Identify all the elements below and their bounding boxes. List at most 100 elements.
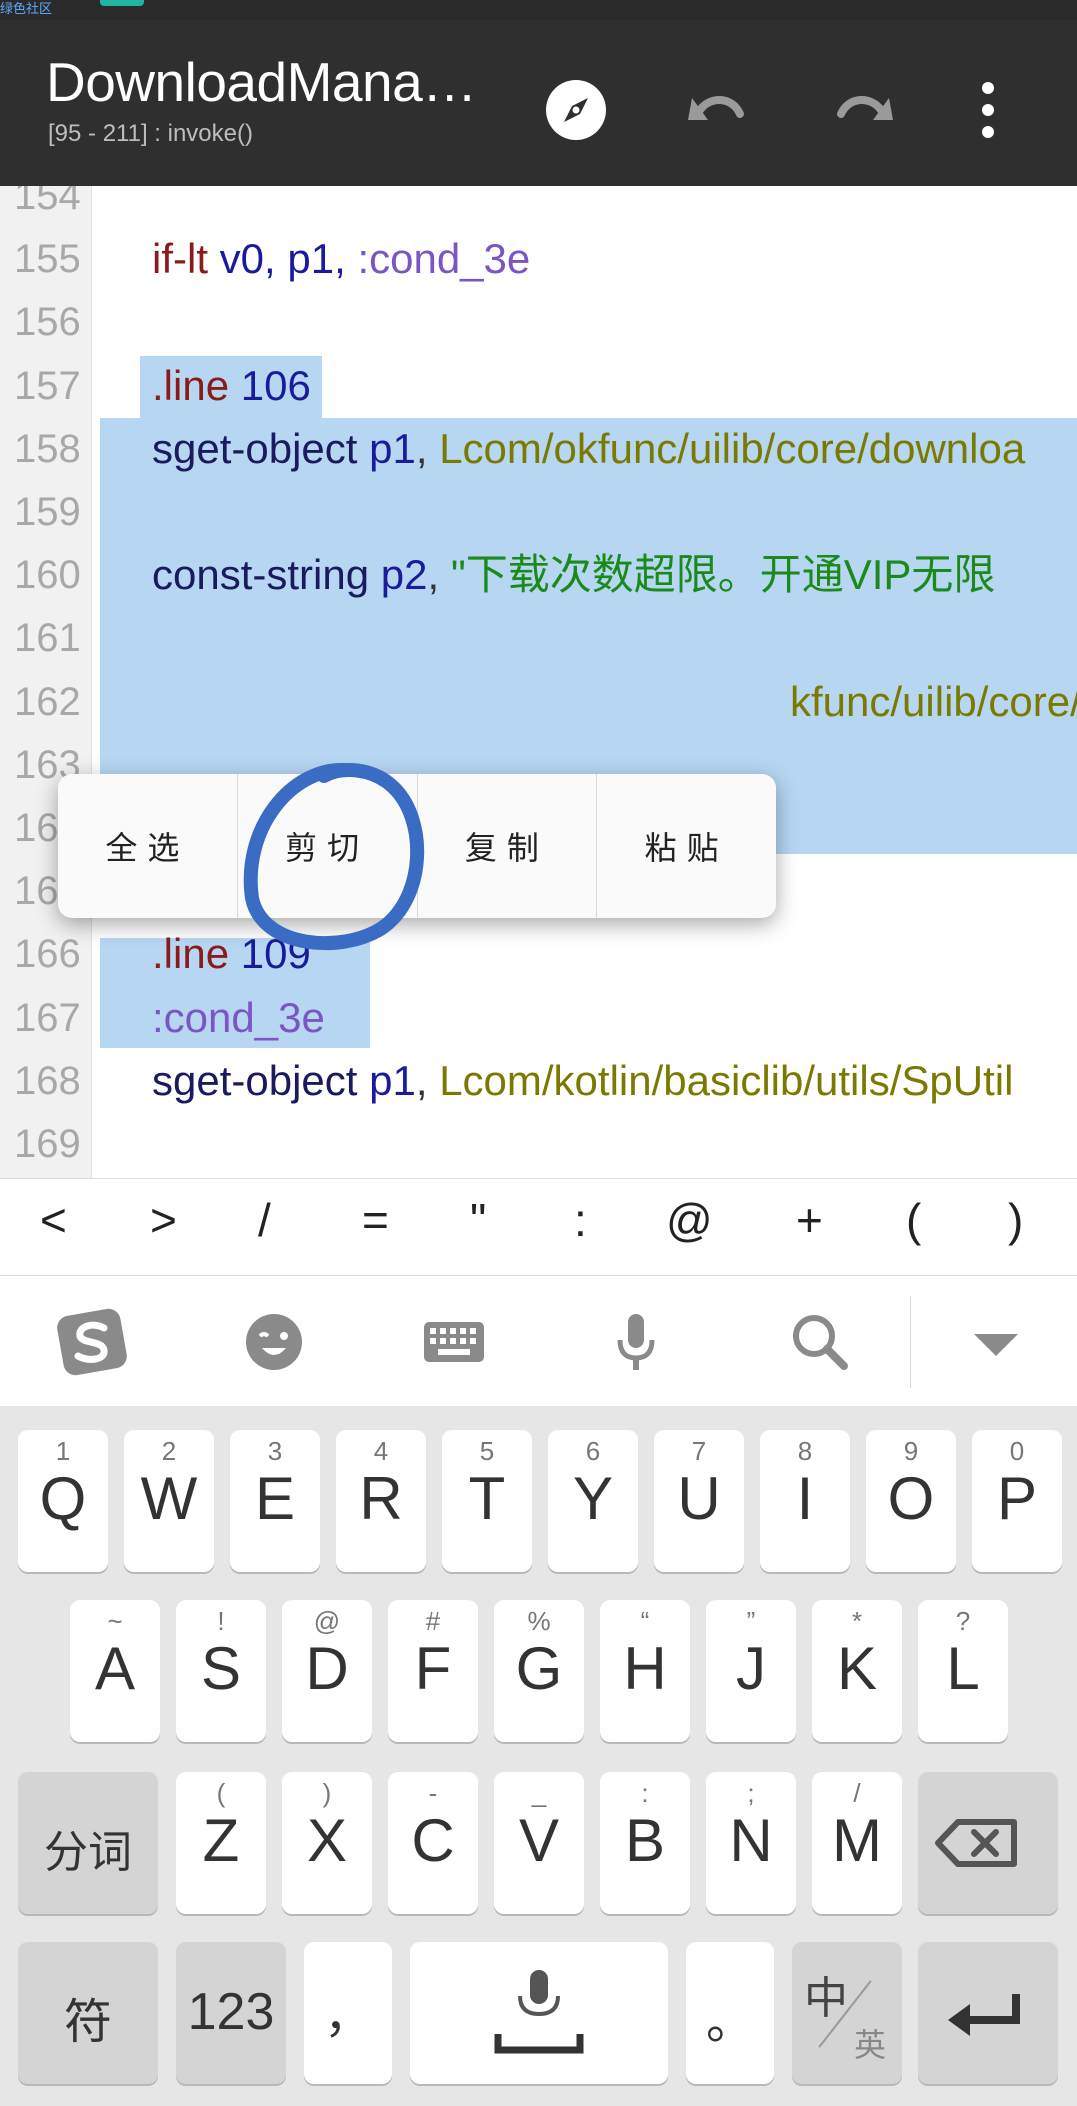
voice-input-button[interactable] [598,1304,674,1380]
enter-key[interactable] [918,1942,1058,2084]
key-q[interactable]: 1Q [18,1430,108,1572]
key-n[interactable]: ; N [706,1772,796,1914]
key-c[interactable]: -C [388,1772,478,1914]
undo-button[interactable] [680,72,756,148]
key-label: F [414,1635,452,1702]
key-label: P [996,1465,1038,1532]
key-j[interactable]: ” J [706,1600,796,1742]
symbol-key[interactable]: " [470,1193,486,1247]
cut-menu-item[interactable]: 剪切 [238,774,418,918]
key-hint: 2 [161,1436,177,1466]
search-button[interactable] [782,1304,858,1380]
backspace-key[interactable] [918,1772,1058,1914]
key-k[interactable]: * K [812,1600,902,1742]
symbol-key[interactable]: < [40,1193,67,1247]
compass-icon [546,80,606,140]
paste-menu-item[interactable]: 粘贴 [597,774,776,918]
code-line[interactable]: .line 106 [152,355,311,417]
symbol-key[interactable]: @ [666,1193,713,1247]
key-r[interactable]: 4R [336,1430,426,1572]
key-hint: ? [955,1606,971,1636]
key-label: A [94,1635,136,1702]
line-number: 157 [14,363,81,408]
microphone-icon [617,1314,655,1370]
line-number: 155 [14,237,81,282]
key-e[interactable]: 3E [230,1430,320,1572]
code-line[interactable]: .line 109 [152,923,311,985]
code-line[interactable]: sget-object p1, Lcom/okfunc/uilib/core/d… [152,418,1025,480]
line-number: 162 [14,679,81,724]
collapse-keyboard-button[interactable] [958,1304,1034,1380]
key-m[interactable]: / M [812,1772,902,1914]
voice-space-icon [494,1970,584,2054]
symbol-key[interactable]: ) [1008,1193,1023,1247]
key-label: S [200,1635,242,1702]
more-vert-icon [982,82,994,138]
key-b[interactable]: :B [600,1772,690,1914]
emoji-button[interactable] [236,1304,312,1380]
line-number: 159 [14,490,81,534]
code-token: sget-object [152,424,358,472]
code-line[interactable]: if-lt v0, p1, :cond_3e [152,228,530,290]
key-l[interactable]: ? L [918,1600,1008,1742]
code-line[interactable]: sget-object p1, Lcom/kotlin/basiclib/uti… [152,1050,1013,1112]
line-number: 169 [14,1122,81,1166]
key-v[interactable]: _ V [494,1772,584,1914]
redo-button[interactable] [825,72,901,148]
key-label: 分词 [44,1828,132,1877]
key-label: J [736,1635,766,1702]
symbol-key[interactable]: : [574,1193,587,1247]
key-g[interactable]: % G [494,1600,584,1742]
keyboard-layout-button[interactable] [416,1304,492,1380]
comma-key[interactable]: ， [304,1942,392,2084]
key-a[interactable]: ~ A [70,1600,160,1742]
line-number: 167 [14,995,81,1040]
code-token: , [427,551,451,599]
key-d[interactable]: @ D [282,1600,372,1742]
key-i[interactable]: 8I [760,1430,850,1572]
symbol-key[interactable]: + [796,1193,823,1247]
segment-key[interactable]: 分词 [18,1772,158,1914]
code-line[interactable]: const-string p2, "下载次数超限。开通VIP无限 [152,544,995,606]
language-switch-key[interactable]: 中英 [792,1942,902,2084]
key-hint: 8 [797,1436,813,1466]
sogou-logo-icon [57,1308,127,1376]
copy-menu-item[interactable]: 复制 [418,774,598,918]
redo-icon [837,96,893,120]
code-token: p1 [357,1056,416,1104]
symbols-key[interactable]: 符 [18,1942,158,2084]
numbers-key[interactable]: 123 [176,1942,286,2084]
key-z[interactable]: (Z [176,1772,266,1914]
key-t[interactable]: 5T [442,1430,532,1572]
symbol-key[interactable]: > [150,1193,177,1247]
key-u[interactable]: 7U [654,1430,744,1572]
sogou-logo-button[interactable] [54,1304,130,1380]
key-x[interactable]: ) X [282,1772,372,1914]
compass-button[interactable] [538,72,614,148]
toolbar-divider [910,1296,911,1388]
key-w[interactable]: 2W [124,1430,214,1572]
key-o[interactable]: 9O [866,1430,956,1572]
space-key[interactable] [410,1942,668,2084]
key-f[interactable]: # F [388,1600,478,1742]
code-token: Lcom/okfunc/uilib/core/downloa [439,424,1026,472]
key-h[interactable]: “H [600,1600,690,1742]
key-hint: / [853,1778,861,1808]
key-p[interactable]: 0P [972,1430,1062,1572]
more-options-button[interactable] [968,72,1008,148]
key-s[interactable]: ! S [176,1600,266,1742]
symbol-key[interactable]: ( [906,1193,921,1247]
key-y[interactable]: 6Y [548,1430,638,1572]
select-all-menu-item[interactable]: 全选 [58,774,238,918]
symbol-key[interactable]: = [362,1193,389,1247]
key-label: O [887,1465,935,1532]
key-hint: 0 [1009,1436,1025,1466]
period-key[interactable]: 。 [686,1942,774,2084]
code-line[interactable]: kfunc/uilib/core/ [790,671,1077,733]
code-line[interactable]: :cond_3e [152,987,325,1049]
symbol-bar: < > / = ": @ + () [0,1178,1077,1276]
code-editor[interactable]: 154 155 156 157 158 159 160 161 162 163 164 165 166 1… [0,186,1077,1178]
undo-icon [688,96,744,120]
key-hint: * [851,1606,863,1636]
symbol-key[interactable]: / [258,1193,271,1247]
